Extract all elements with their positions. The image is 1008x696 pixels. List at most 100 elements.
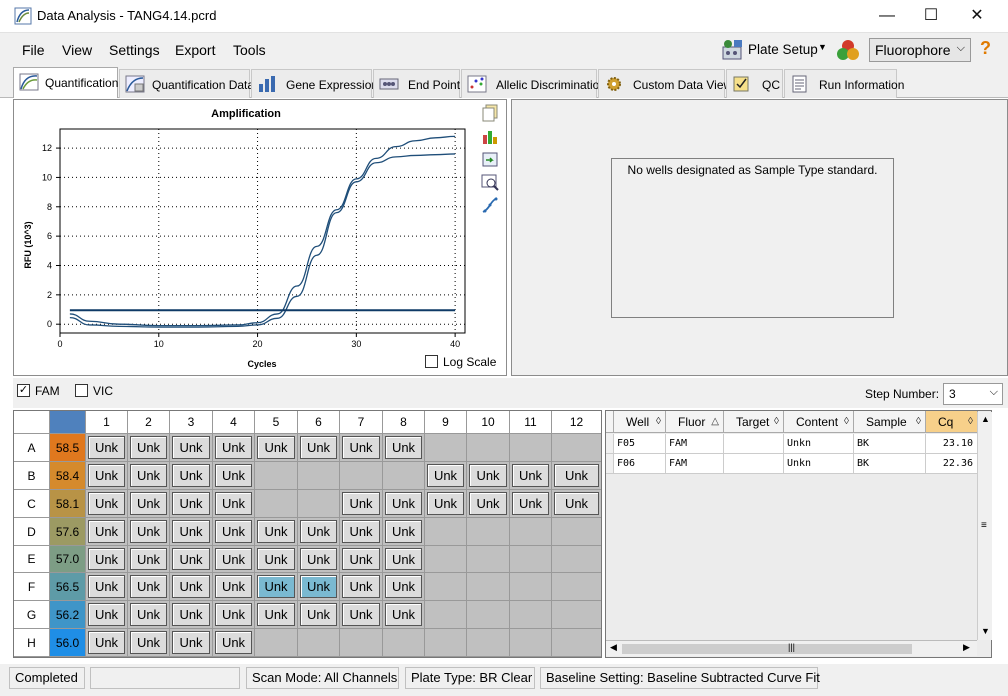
well-sample-type-label[interactable]: Unk [215,548,252,570]
plate-well[interactable]: Unk [298,573,340,601]
tab-quantification[interactable]: Quantification [13,67,118,98]
plate-well[interactable]: Unk [255,601,298,629]
plate-column-header[interactable]: 2 [128,411,170,434]
plate-well[interactable]: Unk [340,490,383,518]
plate-well[interactable]: Unk [552,490,601,518]
results-cell[interactable] [724,434,784,454]
menu-view[interactable]: View [62,42,92,58]
well-sample-type-label[interactable]: Unk [385,520,422,543]
sort-icon[interactable]: ◊ [774,411,779,433]
plate-well[interactable]: Unk [510,490,552,518]
plate-well[interactable]: Unk [467,462,510,490]
plate-well[interactable]: Unk [213,573,255,601]
tab-gene-expression[interactable]: Gene Expression [251,69,378,98]
plate-row-header[interactable]: G [14,601,50,629]
well-sample-type-label[interactable]: Unk [215,603,252,626]
tab-run-information[interactable]: Run Information [784,69,904,98]
well-sample-type-label[interactable]: Unk [554,464,599,487]
sort-icon[interactable]: ◊ [968,411,973,433]
plate-well[interactable]: Unk [213,601,255,629]
well-sample-type-label[interactable]: Unk [554,492,599,515]
sort-icon[interactable]: ◊ [656,411,661,433]
well-sample-type-label[interactable]: Unk [385,492,422,515]
well-sample-type-label[interactable]: Unk [88,631,125,654]
results-cell[interactable]: BK [854,454,926,474]
plate-well[interactable]: Unk [213,462,255,490]
results-column-header[interactable]: Content ◊ [784,411,854,433]
row-selector[interactable] [606,434,614,454]
well-sample-type-label[interactable]: Unk [300,548,337,570]
plate-well[interactable]: Unk [340,546,383,573]
minimize-button[interactable]: — [864,4,910,28]
well-sample-type-label[interactable]: Unk [172,492,210,515]
amplification-chart[interactable]: Amplification Cycles RFU (10^3) 0 10 20 30 4… [14,100,479,375]
plate-well[interactable]: Unk [128,546,170,573]
well-sample-type-label[interactable]: Unk [172,603,210,626]
plate-well[interactable]: Unk [170,573,213,601]
plate-well[interactable]: Unk [86,462,128,490]
well-sample-type-label[interactable]: Unk [88,492,125,515]
well-sample-type-label[interactable]: Unk [88,603,125,626]
help-icon[interactable]: ? [980,38,991,59]
plate-column-header[interactable]: 7 [340,411,383,434]
plate-well[interactable]: Unk [170,601,213,629]
plate-well[interactable]: Unk [255,546,298,573]
menu-export[interactable]: Export [175,42,215,58]
results-cell[interactable]: F05 [614,434,666,454]
plate-row-header[interactable]: D [14,518,50,546]
well-sample-type-label[interactable]: Unk [172,520,210,543]
plate-column-header[interactable]: 12 [552,411,601,434]
plate-well[interactable]: Unk [170,490,213,518]
fam-checkbox[interactable]: ✓ [17,384,30,397]
scroll-right-icon[interactable]: ▶ [963,642,970,653]
results-cell[interactable]: FAM [666,434,724,454]
vertical-scrollbar[interactable]: ▲ ≡ ▼ [977,412,992,640]
plate-row-header[interactable]: C [14,490,50,518]
plate-column-header[interactable]: 4 [213,411,255,434]
well-sample-type-label[interactable]: Unk [215,631,252,654]
plate-well[interactable]: Unk [255,518,298,546]
well-sample-type-label[interactable]: Unk [130,575,167,598]
plate-well[interactable]: Unk [86,434,128,462]
plate-well[interactable]: Unk [128,629,170,657]
plate-row-header[interactable]: A [14,434,50,462]
copy-icon[interactable] [481,104,499,122]
well-sample-type-label[interactable]: Unk [215,575,252,598]
well-sample-type-label[interactable]: Unk [88,436,125,459]
well-sample-type-label[interactable]: Unk [215,464,252,487]
scroll-down-icon[interactable]: ▼ [981,626,990,636]
plate-well[interactable]: Unk [128,601,170,629]
row-selector[interactable] [606,454,614,474]
results-cell[interactable]: F06 [614,454,666,474]
plate-well[interactable]: Unk [170,518,213,546]
chart-settings-icon[interactable] [481,127,499,145]
plate-well[interactable]: Unk [170,629,213,657]
well-sample-type-label[interactable]: Unk [172,631,210,654]
vic-checkbox[interactable] [75,384,88,397]
color-circles-icon[interactable] [836,38,860,62]
plate-well[interactable]: Unk [170,434,213,462]
plate-row-header[interactable]: B [14,462,50,490]
well-sample-type-label[interactable]: Unk [172,436,210,459]
plate-well[interactable]: Unk [383,434,425,462]
curve-fit-icon[interactable] [481,196,499,214]
tab-custom-data-view[interactable]: Custom Data View [598,69,732,98]
plate-well[interactable]: Unk [128,434,170,462]
well-sample-type-label[interactable]: Unk [342,548,380,570]
plate-well[interactable]: Unk [425,462,467,490]
results-cell[interactable]: 23.10 [926,434,978,454]
plate-column-header[interactable]: 6 [298,411,340,434]
menu-tools[interactable]: Tools [233,42,266,58]
well-sample-type-label[interactable]: Unk [130,492,167,515]
plate-well[interactable]: Unk [170,546,213,573]
well-sample-type-label[interactable]: Unk [215,520,252,543]
plate-well[interactable]: Unk [255,573,298,601]
plate-well[interactable]: Unk [340,518,383,546]
plate-well[interactable]: Unk [383,518,425,546]
well-sample-type-label[interactable]: Unk [385,603,422,626]
well-sample-type-label[interactable]: Unk [469,464,507,487]
results-cell[interactable]: Unkn [784,454,854,474]
well-sample-type-label[interactable]: Unk [172,575,210,598]
well-sample-type-label[interactable]: Unk [88,575,125,598]
well-sample-type-label[interactable]: Unk [300,520,337,543]
